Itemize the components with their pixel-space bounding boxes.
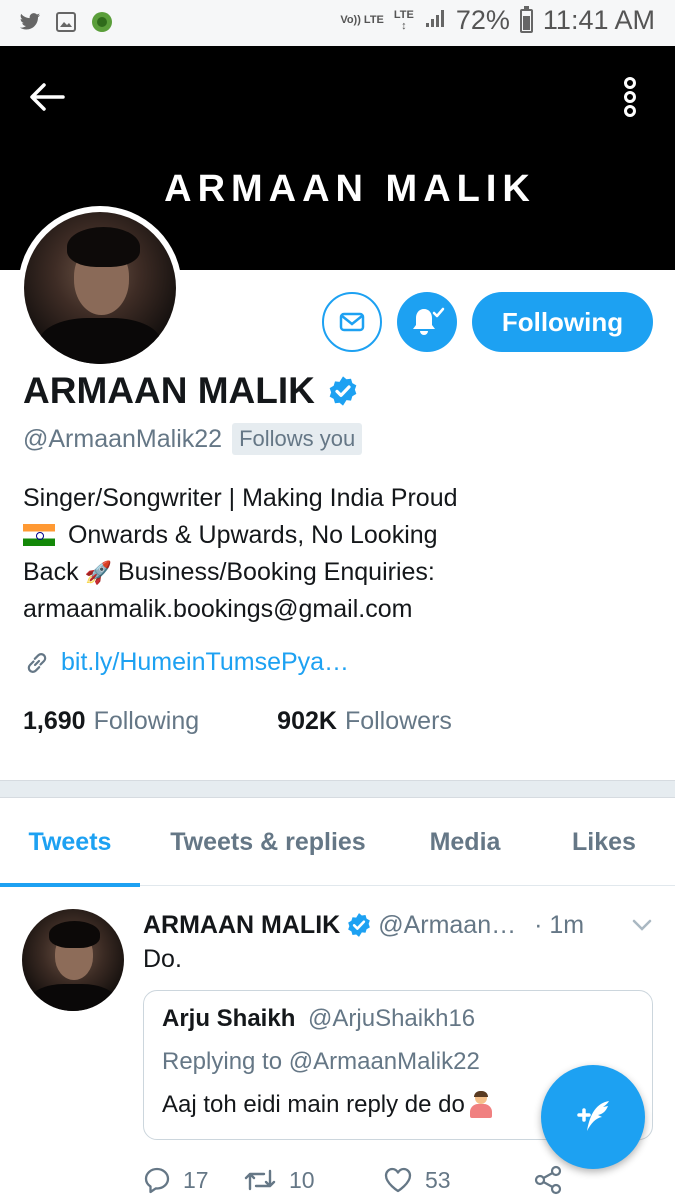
share-icon (534, 1165, 562, 1195)
tweet-header: ARMAAN MALIK @Armaan… · 1m (143, 907, 658, 943)
status-system-info: Vo)) LTE LTE ↕ 72% 11:41 AM (340, 5, 655, 36)
india-flag-icon (23, 524, 55, 546)
section-divider (0, 780, 675, 798)
profile-bio: Singer/Songwriter | Making India Proud O… (23, 480, 543, 628)
profile-tabs: Tweets Tweets & replies Media Likes (0, 798, 675, 887)
followers-label: Followers (344, 707, 452, 735)
tweet-author-name: ARMAAN MALIK (143, 910, 341, 939)
quoted-tweet-author: Arju Shaikh @ArjuShaikh16 (162, 1005, 475, 1033)
quoted-author-name: Arju Shaikh (162, 1005, 296, 1032)
quoted-author-handle: @ArjuShaikh16 (308, 1005, 476, 1032)
retweet-count: 10 (289, 1166, 315, 1193)
more-vertical-icon (624, 77, 636, 117)
following-button[interactable]: Following (472, 292, 653, 352)
status-notification-icons (18, 10, 114, 34)
lte-indicator: LTE ↕ (393, 8, 414, 32)
followers-stat[interactable]: 902K Followers (277, 707, 452, 736)
like-count: 53 (425, 1166, 451, 1193)
verified-badge-icon (346, 912, 372, 938)
compose-tweet-button[interactable] (541, 1065, 645, 1169)
bell-check-icon (413, 307, 445, 335)
signal-icon (424, 7, 446, 34)
retweet-icon (244, 1169, 276, 1191)
handle-row: @ArmaanMalik22 Follows you (23, 423, 363, 455)
more-options-button[interactable] (615, 74, 645, 120)
message-button[interactable] (322, 292, 382, 352)
twitter-bird-icon (18, 10, 42, 34)
profile-name: ARMAAN MALIK (23, 370, 315, 411)
quoted-tweet-text: Aaj toh eidi main reply de do (162, 1091, 465, 1118)
gallery-icon (54, 10, 78, 34)
retweet-button[interactable]: 10 (243, 1167, 383, 1194)
battery-percent: 72% (455, 5, 510, 35)
profile-link-text[interactable]: bit.ly/HumeinTumsePya… (61, 648, 349, 677)
rocket-icon: 🚀 (84, 560, 112, 585)
like-button[interactable]: 53 (383, 1166, 533, 1194)
reply-icon (144, 1167, 170, 1194)
person-gesturing-emoji-icon (467, 1091, 495, 1119)
tweet-author-handle: @Armaan… (378, 910, 517, 939)
link-icon (27, 652, 47, 673)
tweet-text: Do. (143, 945, 182, 973)
share-button[interactable] (533, 1165, 563, 1195)
tweet-avatar[interactable] (22, 909, 124, 1011)
bio-line-4: armaanmalik.bookings@gmail.com (23, 595, 413, 623)
network-indicator: Vo)) LTE (340, 14, 384, 26)
verified-badge-icon (329, 376, 357, 406)
tweet-timestamp: · 1m (534, 910, 585, 939)
quoted-tweet-text-row: Aaj toh eidi main reply de do (162, 1091, 495, 1119)
tab-likes[interactable]: Likes (545, 798, 663, 886)
profile-handle: @ArmaanMalik22 (23, 424, 223, 453)
back-arrow-icon (30, 83, 65, 111)
compose-quill-icon (577, 1101, 609, 1131)
bio-line-3: Back 🚀 Business/Booking Enquiries: (23, 554, 543, 591)
reply-count: 17 (183, 1166, 209, 1193)
tab-media[interactable]: Media (400, 798, 530, 886)
quoted-replying-to: Replying to @ArmaanMalik22 (162, 1048, 480, 1075)
bio-line-1: Singer/Songwriter | Making India Proud (23, 484, 458, 512)
heart-icon (384, 1167, 412, 1193)
tab-tweets[interactable]: Tweets (0, 798, 140, 887)
tweet-actions: 17 10 53 (143, 1165, 563, 1195)
notifications-button[interactable] (397, 292, 457, 352)
following-label: Following (93, 707, 200, 735)
tweet-menu-button[interactable] (628, 911, 656, 939)
follow-stats: 1,690 Following 902K Followers (23, 707, 452, 736)
status-bar: Vo)) LTE LTE ↕ 72% 11:41 AM (0, 0, 675, 46)
reply-button[interactable]: 17 (143, 1166, 243, 1194)
profile-avatar[interactable] (18, 206, 182, 370)
bio-line-2: Onwards & Upwards, No Looking (23, 517, 543, 554)
avatar-photo (24, 212, 176, 364)
profile-link[interactable]: bit.ly/HumeinTumsePya… (23, 648, 349, 677)
app-icon (90, 10, 114, 34)
followers-count: 902K (277, 707, 337, 735)
following-count: 1,690 (23, 707, 86, 735)
follows-you-badge: Follows you (232, 423, 363, 455)
clock: 11:41 AM (542, 5, 655, 35)
back-button[interactable] (24, 74, 70, 120)
battery-icon (519, 5, 533, 33)
chevron-down-icon (632, 919, 652, 931)
profile-name-row: ARMAAN MALIK (23, 370, 359, 412)
banner-title: ARMAAN MALIK (164, 168, 536, 210)
mail-icon (339, 312, 365, 332)
tab-tweets-replies[interactable]: Tweets & replies (150, 798, 386, 886)
following-stat[interactable]: 1,690 Following (23, 707, 199, 736)
